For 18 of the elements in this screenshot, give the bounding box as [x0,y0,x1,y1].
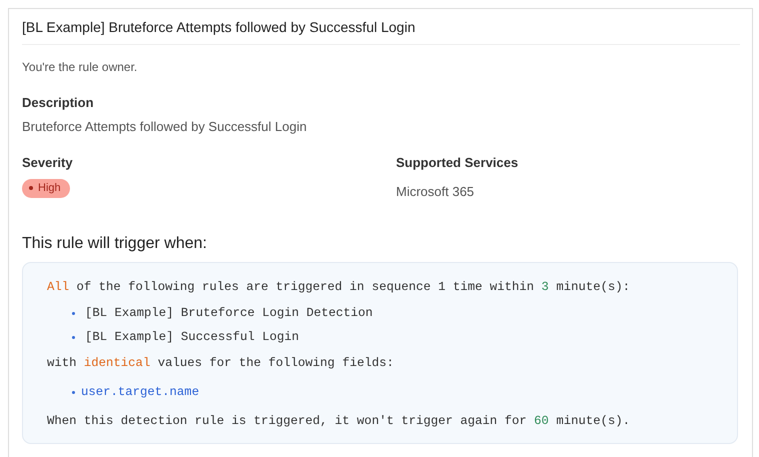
field-label: Supported Services [396,155,520,170]
bullet-icon [72,336,75,338]
description-text: Bruteforce Attempts followed by Successful Login [22,119,308,134]
bullet-icon [72,390,75,394]
field-label: Description [22,95,95,110]
owner-note: You're the rule owner. [22,60,138,74]
rule-item: [BL Example] Bruteforce Login Detection [85,306,373,320]
rule-title: [BL Example] Bruteforce Attempts followed by Successful Login [22,19,416,35]
rule-item: [BL Example] Successful Login [85,330,300,344]
section-heading: This rule will trigger when: [22,235,208,253]
condition-text: with identical values for the following fields: [47,356,394,370]
field-label: Severity [22,155,74,170]
condition-text: All of the following rules are triggered in sequence 1 time within 3 minute(s): [47,280,630,294]
service-name: Microsoft 365 [396,184,476,199]
bullet-icon [72,312,75,314]
severity-badge: High [22,179,70,198]
field-item: user.target.name [81,385,200,399]
condition-text: When this detection rule is triggered, it won't trigger again for 60 minute(s). [47,414,630,428]
